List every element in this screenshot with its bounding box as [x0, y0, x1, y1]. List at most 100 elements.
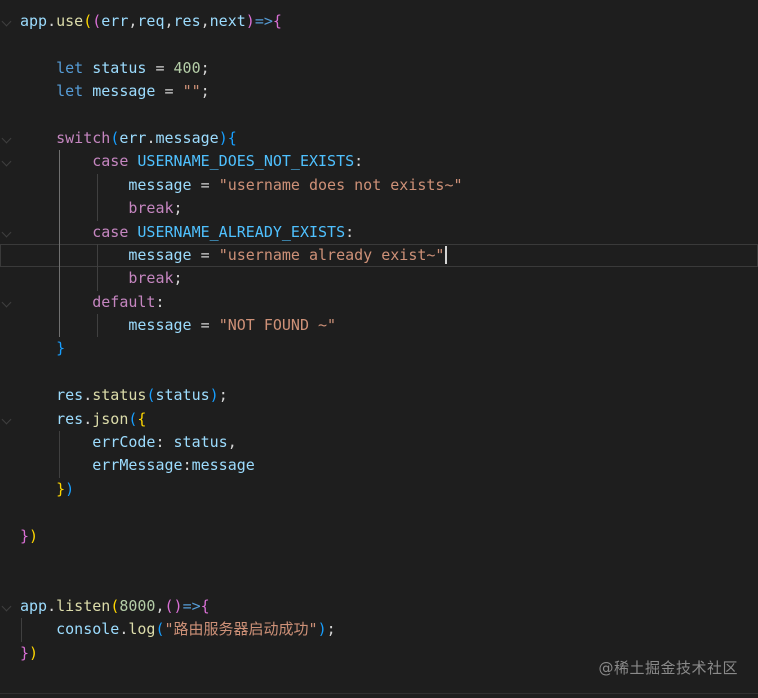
- code-token: "NOT FOUND ~": [218, 316, 337, 335]
- code-token: errCode: [92, 433, 156, 452]
- indent-guide: [97, 314, 98, 338]
- code-token: err: [119, 128, 147, 147]
- code-token: ): [29, 643, 39, 662]
- code-token: "": [182, 82, 201, 101]
- fold-chevron-icon[interactable]: [1, 227, 12, 237]
- code-line[interactable]: errMessage:message: [0, 454, 758, 478]
- code-line[interactable]: [0, 501, 758, 524]
- code-token: default: [92, 292, 156, 311]
- code-token: ;: [200, 58, 210, 77]
- indent-guide: [59, 197, 60, 221]
- code-line[interactable]: app.use((err,req,res,next)=>{: [0, 10, 758, 33]
- code-token: ;: [173, 269, 183, 288]
- code-line[interactable]: res.json({: [0, 408, 758, 431]
- code-token: =: [155, 82, 183, 101]
- code-token: errMessage: [92, 456, 183, 475]
- fold-chevron-icon[interactable]: [1, 297, 12, 308]
- code-token: (: [164, 596, 174, 615]
- fold-chevron-icon[interactable]: [1, 133, 12, 144]
- code-token: }: [56, 479, 66, 498]
- code-token: (: [110, 596, 120, 615]
- indent-guide: [59, 290, 60, 315]
- code-token: ): [173, 596, 183, 615]
- code-line[interactable]: errCode: status,: [0, 431, 758, 455]
- indent-guide: [97, 243, 98, 268]
- code-line[interactable]: [0, 571, 758, 594]
- code-token: res: [56, 409, 84, 428]
- code-token: case: [92, 222, 129, 241]
- code-line[interactable]: let message = "";: [0, 80, 758, 103]
- code-token: message: [128, 316, 192, 335]
- fold-chevron-icon[interactable]: [1, 414, 12, 425]
- code-token: case: [92, 152, 129, 171]
- code-token: err: [101, 12, 129, 30]
- code-line[interactable]: [0, 104, 758, 127]
- code-token: (: [83, 12, 93, 30]
- code-line[interactable]: [0, 33, 758, 56]
- code-token: =: [191, 245, 219, 264]
- code-line[interactable]: message = "username does not exists~": [0, 173, 758, 198]
- code-token: req: [137, 12, 165, 30]
- code-token: :: [345, 222, 355, 241]
- code-line[interactable]: case USERNAME_ALREADY_EXISTS:: [0, 220, 758, 244]
- code-line[interactable]: message = "username already exist~": [0, 243, 758, 268]
- code-token: ,: [200, 12, 210, 30]
- code-line[interactable]: default:: [0, 290, 758, 315]
- code-token: ): [245, 12, 255, 30]
- code-token: app: [20, 12, 48, 30]
- code-line[interactable]: res.status(status);: [0, 384, 758, 407]
- code-token: {: [137, 409, 147, 428]
- code-token: let: [56, 58, 84, 77]
- code-line[interactable]: app.listen(8000,()=>{: [0, 595, 758, 618]
- code-token: ;: [173, 199, 183, 218]
- indent-guide: [59, 314, 60, 338]
- code-token: "username does not exists~": [218, 175, 463, 194]
- code-token: USERNAME_DOES_NOT_EXISTS: [137, 152, 355, 171]
- code-editor[interactable]: app.use((err,req,res,next)=>{ let status…: [0, 0, 758, 698]
- code-line[interactable]: message = "NOT FOUND ~": [0, 314, 758, 338]
- code-line[interactable]: case USERNAME_DOES_NOT_EXISTS:: [0, 150, 758, 174]
- code-token: use: [56, 12, 84, 30]
- code-line[interactable]: }): [0, 525, 758, 548]
- code-line[interactable]: break;: [0, 197, 758, 221]
- code-token: =: [191, 175, 219, 194]
- code-line[interactable]: [0, 361, 758, 384]
- code-line[interactable]: [0, 548, 758, 571]
- code-token: message: [191, 456, 255, 475]
- code-token: ,: [155, 596, 165, 615]
- code-token: .: [47, 596, 57, 615]
- code-token: break: [128, 269, 174, 288]
- fold-chevron-icon[interactable]: [1, 156, 12, 167]
- code-line[interactable]: }): [0, 478, 758, 501]
- code-line[interactable]: switch(err.message){: [0, 127, 758, 150]
- fold-chevron-icon[interactable]: [1, 601, 12, 612]
- code-line[interactable]: console.log("路由服务器启动成功");: [0, 618, 758, 642]
- code-area[interactable]: app.use((err,req,res,next)=>{ let status…: [0, 10, 758, 665]
- code-line[interactable]: }: [0, 337, 758, 360]
- fold-chevron-icon[interactable]: [1, 16, 12, 27]
- code-line[interactable]: break;: [0, 267, 758, 291]
- code-token: json: [92, 409, 129, 428]
- code-token: "username already exist~": [218, 245, 445, 264]
- code-token: message: [155, 128, 219, 147]
- code-token: {: [227, 128, 237, 147]
- code-token: {: [272, 12, 282, 30]
- code-token: log: [128, 620, 156, 639]
- code-token: status: [92, 58, 147, 77]
- indent-guide: [59, 173, 60, 198]
- code-token: 400: [173, 58, 201, 77]
- indent-guide: [59, 454, 60, 478]
- code-token: }: [20, 526, 30, 545]
- indent-guide: [97, 197, 98, 221]
- code-line[interactable]: let status = 400;: [0, 57, 758, 80]
- code-token: message: [128, 245, 192, 264]
- code-token: "路由服务器启动成功": [164, 620, 318, 639]
